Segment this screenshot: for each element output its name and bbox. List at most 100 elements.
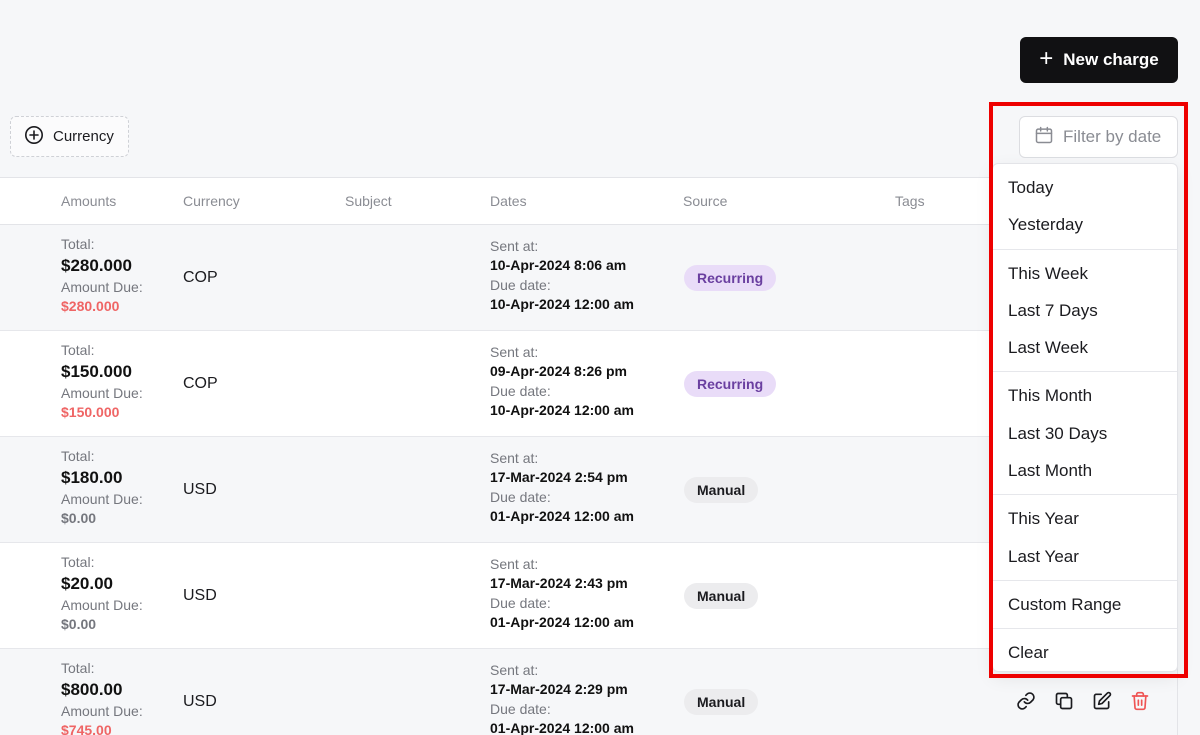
due-date-label: Due date: (490, 701, 551, 717)
sent-label: Sent at: (490, 556, 539, 572)
total-amount: $280.000 (61, 256, 132, 275)
dates-cell: Sent at: 10-Apr-2024 8:06 am Due date: 1… (490, 237, 634, 315)
due-date-label: Due date: (490, 595, 551, 611)
due-date: 01-Apr-2024 12:00 am (490, 720, 634, 735)
amount-due-label: Amount Due: (61, 385, 143, 401)
column-header-tags[interactable]: Tags (895, 193, 925, 209)
amount-due-label: Amount Due: (61, 703, 143, 719)
source-cell: Manual (684, 477, 759, 503)
sent-label: Sent at: (490, 238, 539, 254)
source-cell: Manual (684, 689, 759, 715)
plus-icon: + (1039, 45, 1054, 72)
sent-date: 17-Mar-2024 2:43 pm (490, 575, 628, 591)
menu-item-last-year[interactable]: Last Year (993, 538, 1177, 575)
total-label: Total: (61, 554, 95, 570)
date-filter-dropdown: Today Yesterday This Week Last 7 Days La… (992, 163, 1178, 672)
source-badge: Manual (684, 583, 759, 609)
due-date: 01-Apr-2024 12:00 am (490, 614, 634, 630)
menu-item-yesterday[interactable]: Yesterday (993, 206, 1177, 243)
plus-circle-icon (24, 125, 44, 149)
sent-date: 09-Apr-2024 8:26 pm (490, 363, 627, 379)
sent-date: 17-Mar-2024 2:54 pm (490, 469, 628, 485)
menu-item-today[interactable]: Today (993, 169, 1177, 206)
amount-due-value: $150.000 (61, 404, 120, 420)
due-date: 10-Apr-2024 12:00 am (490, 296, 634, 312)
column-header-dates[interactable]: Dates (490, 193, 527, 209)
currency-cell: USD (183, 587, 217, 604)
currency-cell: USD (183, 481, 217, 498)
sent-label: Sent at: (490, 344, 539, 360)
total-amount: $800.00 (61, 680, 123, 699)
due-date: 10-Apr-2024 12:00 am (490, 402, 634, 418)
amounts-cell: Total: $280.000 Amount Due: $280.000 (61, 235, 143, 317)
menu-item-last-month[interactable]: Last Month (993, 452, 1177, 489)
copy-icon[interactable] (1054, 691, 1074, 711)
due-date-label: Due date: (490, 489, 551, 505)
menu-item-last-30-days[interactable]: Last 30 Days (993, 415, 1177, 452)
currency-cell: COP (183, 375, 218, 392)
menu-item-last-week[interactable]: Last Week (993, 329, 1177, 366)
currency-cell: USD (183, 693, 217, 710)
dates-cell: Sent at: 17-Mar-2024 2:29 pm Due date: 0… (490, 661, 634, 735)
dropdown-group: Clear (993, 629, 1177, 676)
currency-filter-label: Currency (53, 128, 114, 145)
menu-item-this-month[interactable]: This Month (993, 377, 1177, 414)
dropdown-group: Today Yesterday (993, 164, 1177, 250)
dropdown-group: This Week Last 7 Days Last Week (993, 250, 1177, 373)
source-badge: Manual (684, 689, 759, 715)
column-header-currency[interactable]: Currency (183, 193, 240, 209)
new-charge-label: New charge (1063, 50, 1159, 69)
filter-by-date-placeholder: Filter by date (1063, 127, 1162, 146)
due-date-label: Due date: (490, 383, 551, 399)
source-badge: Recurring (684, 371, 777, 397)
row-actions (1016, 691, 1150, 711)
menu-item-custom-range[interactable]: Custom Range (993, 586, 1177, 623)
new-charge-button[interactable]: + New charge (1020, 37, 1178, 83)
sent-date: 17-Mar-2024 2:29 pm (490, 681, 628, 697)
amount-due-label: Amount Due: (61, 279, 143, 295)
source-cell: Recurring (684, 265, 777, 291)
calendar-icon (1034, 125, 1054, 150)
amount-due-value: $745.00 (61, 722, 112, 735)
sent-label: Sent at: (490, 450, 539, 466)
column-header-source[interactable]: Source (683, 193, 727, 209)
menu-item-last-7-days[interactable]: Last 7 Days (993, 292, 1177, 329)
source-badge: Manual (684, 477, 759, 503)
dropdown-group: Custom Range (993, 581, 1177, 630)
dates-cell: Sent at: 17-Mar-2024 2:54 pm Due date: 0… (490, 449, 634, 527)
total-label: Total: (61, 236, 95, 252)
filter-by-date-button[interactable]: Filter by date (1019, 116, 1178, 158)
due-date-label: Due date: (490, 277, 551, 293)
source-cell: Recurring (684, 371, 777, 397)
amount-due-label: Amount Due: (61, 597, 143, 613)
dates-cell: Sent at: 17-Mar-2024 2:43 pm Due date: 0… (490, 555, 634, 633)
dropdown-group: This Year Last Year (993, 495, 1177, 581)
total-label: Total: (61, 342, 95, 358)
link-icon[interactable] (1016, 691, 1036, 711)
source-badge: Recurring (684, 265, 777, 291)
amount-due-value: $0.00 (61, 510, 97, 526)
edit-icon[interactable] (1092, 691, 1112, 711)
currency-cell: COP (183, 269, 218, 286)
total-label: Total: (61, 448, 95, 464)
amount-due-value: $0.00 (61, 616, 97, 632)
trash-icon[interactable] (1130, 691, 1150, 711)
total-amount: $20.00 (61, 574, 113, 593)
amounts-cell: Total: $20.00 Amount Due: $0.00 (61, 553, 143, 635)
dates-cell: Sent at: 09-Apr-2024 8:26 pm Due date: 1… (490, 343, 634, 421)
menu-item-clear[interactable]: Clear (993, 634, 1177, 671)
amounts-cell: Total: $180.00 Amount Due: $0.00 (61, 447, 143, 529)
column-header-subject[interactable]: Subject (345, 193, 392, 209)
amounts-cell: Total: $150.000 Amount Due: $150.000 (61, 341, 143, 423)
total-amount: $180.00 (61, 468, 123, 487)
amount-due-label: Amount Due: (61, 491, 143, 507)
sent-date: 10-Apr-2024 8:06 am (490, 257, 627, 273)
column-header-amounts[interactable]: Amounts (61, 193, 116, 209)
currency-filter-button[interactable]: Currency (10, 116, 129, 157)
menu-item-this-year[interactable]: This Year (993, 500, 1177, 537)
source-cell: Manual (684, 583, 759, 609)
total-label: Total: (61, 660, 95, 676)
amount-due-value: $280.000 (61, 298, 120, 314)
menu-item-this-week[interactable]: This Week (993, 255, 1177, 292)
due-date: 01-Apr-2024 12:00 am (490, 508, 634, 524)
